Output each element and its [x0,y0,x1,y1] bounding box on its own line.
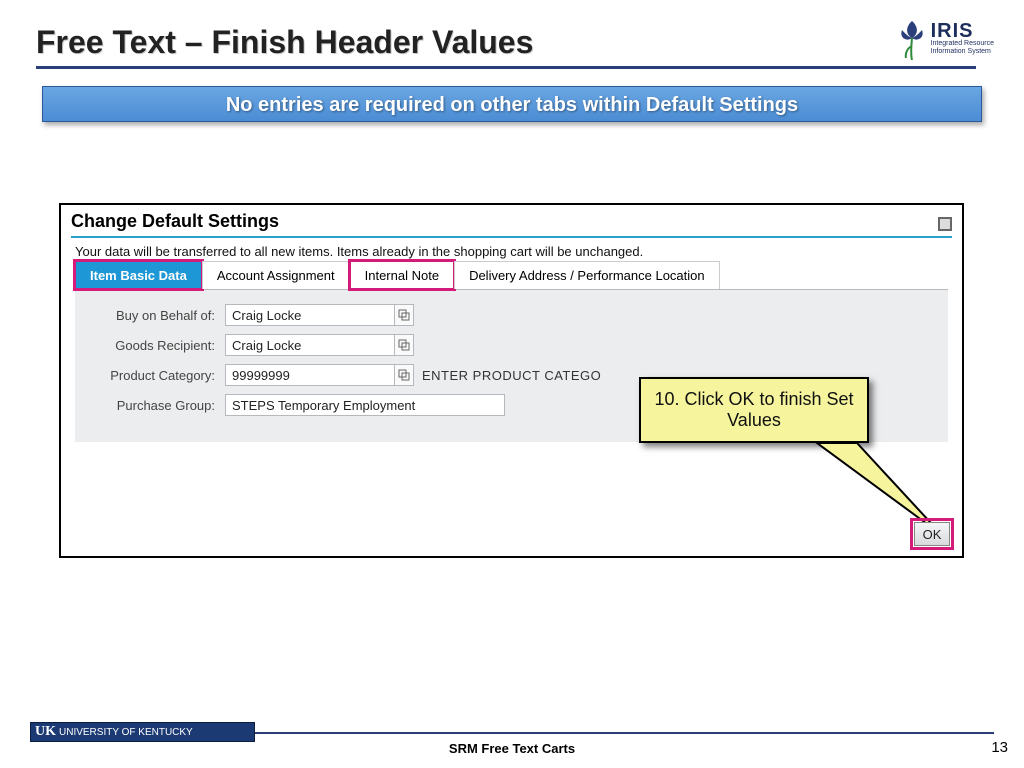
slide-title: Free Text – Finish Header Values [36,24,533,61]
buy-on-behalf-label: Buy on Behalf of: [85,308,215,323]
tab-strip: Item Basic Data Account Assignment Inter… [75,261,948,290]
tab-account-assignment[interactable]: Account Assignment [202,261,350,289]
info-banner: No entries are required on other tabs wi… [42,86,982,122]
settings-dialog: Change Default Settings Your data will b… [59,203,964,558]
purchase-group-input[interactable]: STEPS Temporary Employment [225,394,505,416]
product-category-input[interactable]: 99999999 [225,364,395,386]
iris-logo: IRIS Integrated Resource Information Sys… [897,18,994,60]
value-help-icon[interactable] [394,304,414,326]
value-help-icon[interactable] [394,334,414,356]
iris-flower-icon [897,18,927,60]
uk-badge: UK UNIVERSITY OF KENTUCKY [30,722,255,742]
window-restore-icon[interactable] [938,217,952,231]
tab-item-basic-data[interactable]: Item Basic Data [75,261,202,289]
uk-label: UNIVERSITY OF KENTUCKY [59,727,193,738]
iris-name: IRIS [931,22,994,40]
goods-recipient-input[interactable]: Craig Locke [225,334,395,356]
value-help-icon[interactable] [394,364,414,386]
footer-center: SRM Free Text Carts [0,741,1024,756]
iris-sub1: Integrated Resource [931,40,994,48]
ok-button[interactable]: OK [914,522,950,546]
product-category-hint: ENTER PRODUCT CATEGO [422,368,601,383]
page-number: 13 [991,739,1008,756]
dialog-note: Your data will be transferred to all new… [75,244,948,259]
product-category-label: Product Category: [85,368,215,383]
callout-text: 10. Click OK to finish Set Values [654,389,853,430]
buy-on-behalf-input[interactable]: Craig Locke [225,304,395,326]
tab-internal-note[interactable]: Internal Note [350,261,454,289]
iris-sub2: Information System [931,48,994,56]
goods-recipient-label: Goods Recipient: [85,338,215,353]
tab-delivery-address[interactable]: Delivery Address / Performance Location [454,261,720,289]
purchase-group-label: Purchase Group: [85,398,215,413]
dialog-rule [71,236,952,238]
uk-short: UK [35,724,56,740]
dialog-title: Change Default Settings [61,205,962,234]
title-underline [36,66,976,69]
instruction-callout: 10. Click OK to finish Set Values [639,377,869,443]
